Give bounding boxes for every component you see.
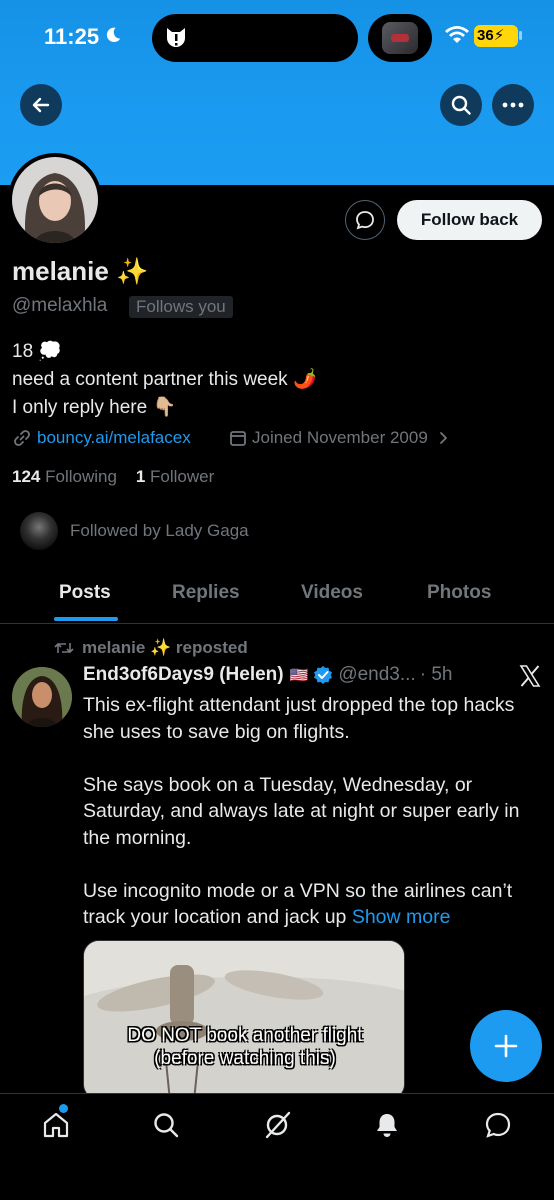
message-button[interactable] — [345, 200, 385, 240]
followed-by-avatar — [20, 512, 58, 550]
tweet-author-name[interactable]: End3of6Days9 (Helen) — [83, 664, 284, 686]
active-tab-indicator — [54, 617, 118, 621]
bio-line: I only reply here 👇🏼 — [12, 397, 177, 418]
author-avatar-image — [12, 667, 72, 727]
media-thumbnail — [84, 941, 404, 1099]
compose-button[interactable] — [470, 1010, 542, 1082]
message-bubble-icon — [356, 211, 374, 230]
bottom-navigation — [0, 1093, 554, 1200]
status-time: 11:25 — [44, 24, 100, 49]
repost-icon — [54, 642, 74, 654]
messages-icon — [485, 1112, 511, 1138]
profile-link[interactable]: bouncy.ai/melafacex — [12, 428, 191, 448]
more-horizontal-icon — [502, 102, 524, 108]
more-button[interactable] — [492, 84, 534, 126]
profile-tabs: Posts Replies Videos Photos — [0, 568, 554, 622]
tweet-author-handle: @end3... — [338, 664, 416, 685]
tweet-media[interactable]: DO NOT book another flight (before watch… — [83, 940, 405, 1100]
tab-posts[interactable]: Posts — [59, 582, 111, 604]
tab-replies[interactable]: Replies — [172, 582, 240, 604]
home-icon — [43, 1112, 69, 1138]
following-link[interactable]: 124 Following — [12, 467, 117, 486]
battery-icon: 36⚡ — [474, 25, 518, 47]
x-logo-icon[interactable] — [518, 664, 542, 688]
back-button[interactable] — [20, 84, 62, 126]
nav-search[interactable] — [149, 1108, 183, 1142]
follows-you-badge: Follows you — [129, 296, 233, 318]
tweet-header: End3of6Days9 (Helen) 🇺🇸 @end3... · 5h — [83, 664, 452, 686]
follow-back-button[interactable]: Follow back — [397, 200, 542, 240]
grok-icon — [265, 1111, 291, 1139]
home-notification-dot — [59, 1104, 68, 1113]
tweet-paragraph-last: Use incognito mode or a VPN so the airli… — [83, 879, 513, 929]
joined-date[interactable]: Joined November 2009 — [228, 428, 450, 448]
avatar-image — [12, 157, 98, 243]
island-app-icon — [167, 28, 185, 47]
verified-badge-icon — [314, 666, 333, 684]
tweet-paragraph: She says book on a Tuesday, Wednesday, o… — [83, 773, 520, 849]
follow-counts: 124 Following 1 Follower — [12, 467, 214, 487]
chevron-right-icon — [439, 432, 447, 444]
profile-link-text[interactable]: bouncy.ai/melafacex — [37, 428, 191, 448]
plus-icon — [494, 1034, 518, 1058]
bio-line: 18 💭 — [12, 341, 63, 362]
search-icon — [154, 1113, 179, 1138]
profile-handle: @melaxhla — [12, 295, 108, 316]
flag-emoji: 🇺🇸 — [289, 667, 309, 684]
media-caption-line: (before watching this) — [154, 1048, 336, 1069]
tweet-paragraph: This ex-flight attendant just dropped th… — [83, 694, 515, 743]
tweet-time: · 5h — [419, 664, 453, 685]
media-caption-line: DO NOT book another flight — [127, 1025, 363, 1046]
show-more-link[interactable]: Show more — [352, 906, 451, 928]
followed-by-text: Followed by Lady Gaga — [70, 521, 249, 540]
tab-photos[interactable]: Photos — [427, 582, 491, 604]
focus-moon-icon — [106, 27, 121, 43]
followed-by[interactable]: Followed by Lady Gaga — [20, 512, 249, 550]
repost-label: melanie ✨ reposted — [82, 638, 248, 657]
notifications-icon — [377, 1114, 397, 1137]
link-icon — [14, 430, 30, 446]
nav-messages[interactable] — [481, 1108, 515, 1142]
calendar-icon — [230, 431, 246, 446]
wifi-icon — [445, 26, 469, 43]
profile-avatar[interactable] — [8, 153, 102, 247]
nav-grok[interactable] — [260, 1108, 294, 1142]
joined-text: Joined November 2009 — [252, 428, 428, 447]
search-button[interactable] — [440, 84, 482, 126]
tab-videos[interactable]: Videos — [301, 582, 363, 604]
nav-home[interactable] — [39, 1104, 73, 1142]
search-icon — [451, 95, 471, 115]
tabs-divider — [0, 623, 554, 624]
profile-name: melanie ✨ — [12, 256, 149, 286]
status-bar: 11:25 36⚡ — [0, 0, 554, 76]
arrow-left-icon — [32, 97, 50, 113]
nav-notifications[interactable] — [370, 1108, 404, 1142]
repost-indicator[interactable]: melanie ✨ reposted — [54, 638, 248, 658]
bio-line: need a content partner this week 🌶️ — [12, 369, 317, 390]
tweet-text[interactable]: This ex-flight attendant just dropped th… — [83, 692, 543, 957]
followers-link[interactable]: 1 Follower — [136, 467, 214, 486]
tweet-author-avatar[interactable] — [12, 667, 72, 727]
live-activity — [368, 14, 432, 62]
